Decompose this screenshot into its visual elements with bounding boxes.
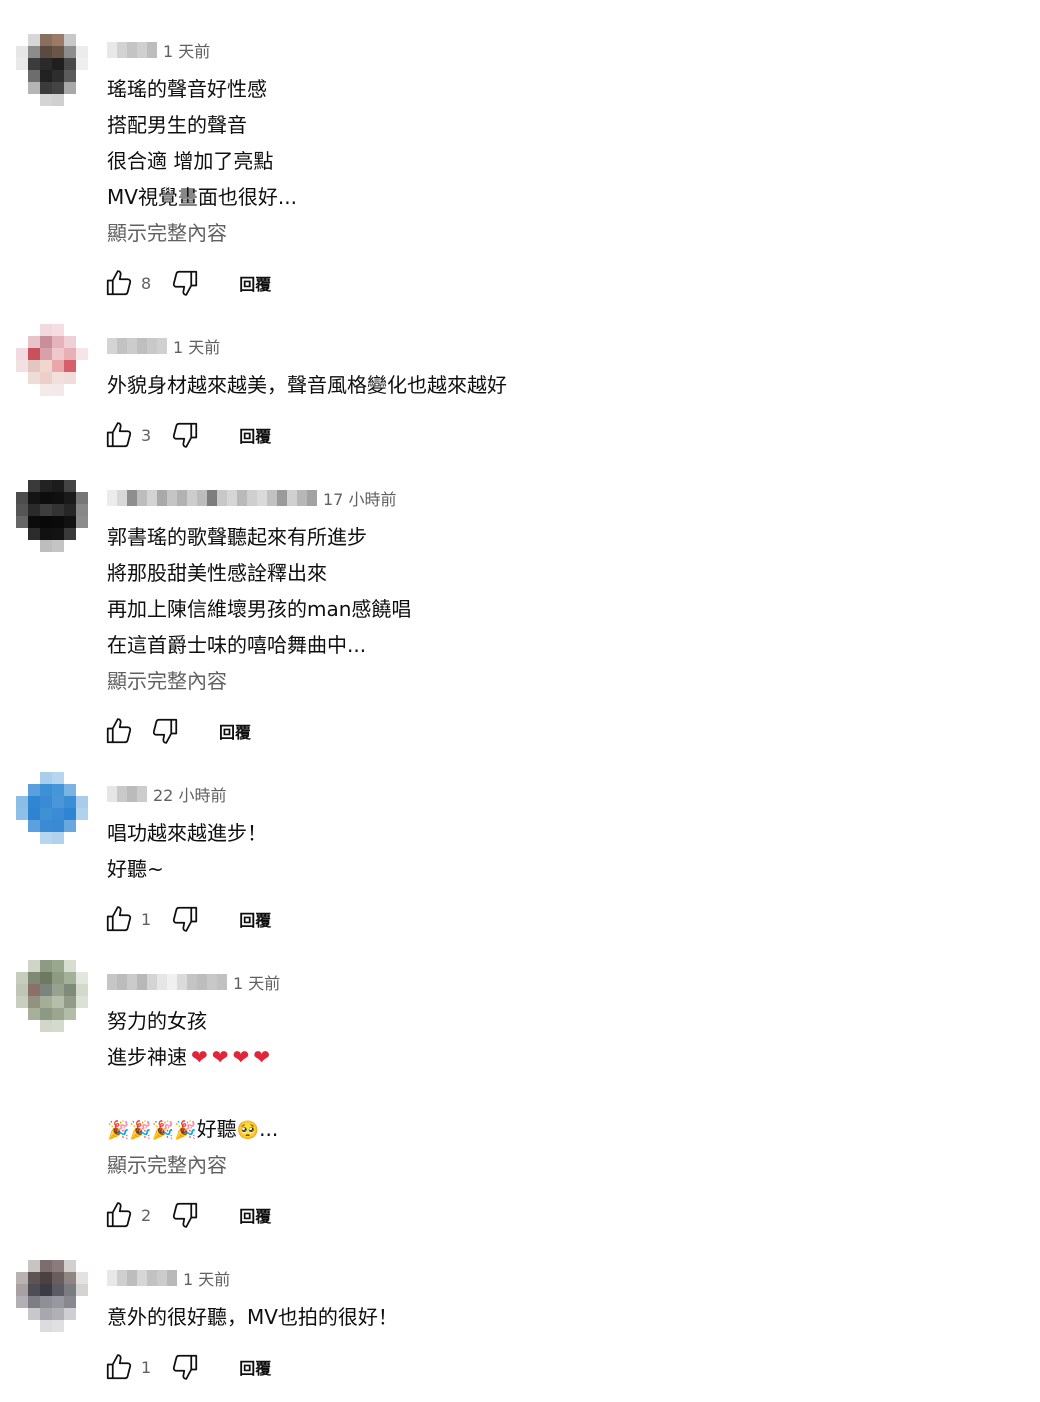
comment-line: MV視覺畫面也很好... xyxy=(107,185,298,209)
reply-button[interactable]: 回覆 xyxy=(239,271,271,295)
thumb-up-icon[interactable] xyxy=(103,1351,135,1383)
thumb-up-icon[interactable] xyxy=(103,419,135,451)
author-name-blurred[interactable] xyxy=(107,786,147,802)
comment-line: 努力的女孩 xyxy=(107,1009,207,1033)
reply-button[interactable]: 回覆 xyxy=(239,423,271,447)
comment-text: 外貌身材越來越美，聲音風格變化也越來越好 xyxy=(107,367,1007,403)
comment-actions: 1 回覆 xyxy=(103,1351,271,1383)
comment-actions: 回覆 xyxy=(103,715,251,747)
thumb-down-icon[interactable] xyxy=(169,1351,201,1383)
thumb-up-icon[interactable] xyxy=(103,267,135,299)
comment-text: 努力的女孩 進步神速 ❤ ❤ ❤ ❤ 🎉🎉🎉🎉好聽🥺... 顯示完整內容 xyxy=(107,1003,1007,1183)
comment-line: 意外的很好聽，MV也拍的很好！ xyxy=(107,1305,398,1329)
comment-timestamp[interactable]: 22 小時前 xyxy=(153,782,226,806)
comment-line: 郭書瑤的歌聲聽起來有所進步 xyxy=(107,525,367,549)
party-popper-emoji: 🎉 xyxy=(107,1120,130,1141)
comment-line: 搭配男生的聲音 xyxy=(107,113,247,137)
comment-line: 外貌身材越來越美，聲音風格變化也越來越好 xyxy=(107,373,507,397)
reply-button[interactable]: 回覆 xyxy=(239,907,271,931)
comment-meta: 17 小時前 xyxy=(107,486,396,510)
comment-line: 很合適 增加了亮點 xyxy=(107,149,274,173)
like-count: 3 xyxy=(141,425,152,445)
comment-meta: 1 天前 xyxy=(107,334,220,358)
comment-line: 唱功越來越進步！ xyxy=(107,821,267,845)
comment-actions: 3 回覆 xyxy=(103,419,271,451)
like-count: 1 xyxy=(141,909,152,929)
comment-text: 瑤瑤的聲音好性感 搭配男生的聲音 很合適 增加了亮點 MV視覺畫面也很好... … xyxy=(107,71,1007,251)
ellipsis: ... xyxy=(259,1117,279,1141)
reply-button[interactable]: 回覆 xyxy=(239,1355,271,1379)
comment-timestamp[interactable]: 1 天前 xyxy=(233,970,280,994)
comment-meta: 1 天前 xyxy=(107,970,280,994)
avatar[interactable] xyxy=(16,1260,88,1332)
comment-line-text: 進步神速 xyxy=(107,1045,187,1069)
show-more-link[interactable]: 顯示完整內容 xyxy=(107,215,1007,251)
thumb-up-icon[interactable] xyxy=(103,903,135,935)
thumb-down-icon[interactable] xyxy=(169,1199,201,1231)
heart-emoji: ❤ xyxy=(211,1045,229,1069)
heart-emoji: ❤ xyxy=(253,1045,271,1069)
comment-actions: 1 回覆 xyxy=(103,903,271,935)
author-name-blurred[interactable] xyxy=(107,42,157,58)
author-name-blurred[interactable] xyxy=(107,490,317,506)
author-name-blurred[interactable] xyxy=(107,1270,177,1286)
comment-timestamp[interactable]: 1 天前 xyxy=(173,334,220,358)
thumb-up-icon[interactable] xyxy=(103,715,135,747)
comment-line-text: 好聽 xyxy=(196,1117,237,1141)
reply-button[interactable]: 回覆 xyxy=(239,1203,271,1227)
comment-line-blank xyxy=(107,1075,1007,1111)
pleading-face-emoji: 🥺 xyxy=(236,1120,260,1141)
comment-line: 好聽~ xyxy=(107,857,164,881)
avatar[interactable] xyxy=(16,324,88,396)
thumb-down-icon[interactable] xyxy=(169,267,201,299)
comment-line: 瑤瑤的聲音好性感 xyxy=(107,77,267,101)
comment-text: 郭書瑤的歌聲聽起來有所進步 將那股甜美性感詮釋出來 再加上陳信維壞男孩的man感… xyxy=(107,519,1007,699)
author-name-blurred[interactable] xyxy=(107,338,167,354)
comment-meta: 1 天前 xyxy=(107,1266,230,1290)
thumb-down-icon[interactable] xyxy=(149,715,181,747)
comment-timestamp[interactable]: 1 天前 xyxy=(183,1266,230,1290)
comment-line: 進步神速 ❤ ❤ ❤ ❤ xyxy=(107,1039,1007,1075)
like-count: 1 xyxy=(141,1357,152,1377)
party-popper-emoji: 🎉 xyxy=(174,1120,197,1141)
reply-button[interactable]: 回覆 xyxy=(219,719,251,743)
comment-meta: 1 天前 xyxy=(107,38,210,62)
comment-line: 將那股甜美性感詮釋出來 xyxy=(107,561,327,585)
heart-emoji: ❤ xyxy=(191,1045,208,1069)
thumb-down-icon[interactable] xyxy=(169,419,201,451)
comment-timestamp[interactable]: 1 天前 xyxy=(163,38,210,62)
avatar[interactable] xyxy=(16,34,88,106)
author-name-blurred[interactable] xyxy=(107,974,227,990)
show-more-link[interactable]: 顯示完整內容 xyxy=(107,663,1007,699)
comment-line: 再加上陳信維壞男孩的man感饒唱 xyxy=(107,597,412,621)
comment-actions: 2 回覆 xyxy=(103,1199,271,1231)
thumb-down-icon[interactable] xyxy=(169,903,201,935)
party-popper-emoji: 🎉 xyxy=(129,1120,152,1141)
like-count: 8 xyxy=(141,273,152,293)
comment-meta: 22 小時前 xyxy=(107,782,226,806)
comment-text: 意外的很好聽，MV也拍的很好！ xyxy=(107,1299,1007,1335)
party-popper-emoji: 🎉 xyxy=(151,1120,175,1141)
show-more-link[interactable]: 顯示完整內容 xyxy=(107,1147,1007,1183)
avatar[interactable] xyxy=(16,480,88,552)
comment-line: 在這首爵士味的嘻哈舞曲中... xyxy=(107,633,367,657)
like-count: 2 xyxy=(141,1205,152,1225)
avatar[interactable] xyxy=(16,960,88,1032)
thumb-up-icon[interactable] xyxy=(103,1199,135,1231)
heart-emoji: ❤ xyxy=(232,1045,250,1069)
comment-line: 🎉🎉🎉🎉好聽🥺... xyxy=(107,1111,1007,1147)
avatar[interactable] xyxy=(16,772,88,844)
comment-actions: 8 回覆 xyxy=(103,267,271,299)
comment-text: 唱功越來越進步！ 好聽~ xyxy=(107,815,1007,887)
comment-timestamp[interactable]: 17 小時前 xyxy=(323,486,396,510)
